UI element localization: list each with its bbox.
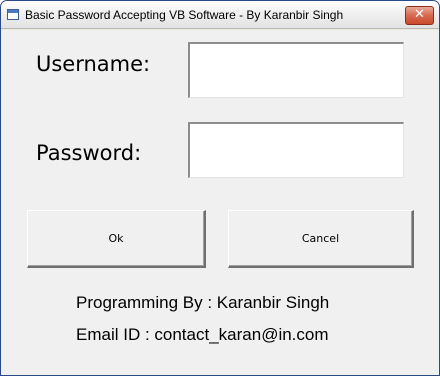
- form-area: Username: Password: Ok Cancel Programmin…: [1, 30, 439, 375]
- cancel-button-label: Cancel: [301, 232, 340, 245]
- window-title: Basic Password Accepting VB Software - B…: [25, 8, 344, 22]
- cancel-button[interactable]: Cancel: [228, 210, 414, 268]
- username-label: Username:: [36, 52, 151, 76]
- close-button[interactable]: ✕: [405, 6, 434, 25]
- ok-button-label: Ok: [108, 232, 124, 245]
- app-window: Basic Password Accepting VB Software - B…: [0, 0, 440, 376]
- password-input[interactable]: [188, 122, 404, 178]
- ok-button[interactable]: Ok: [27, 210, 206, 268]
- password-label: Password:: [36, 141, 142, 165]
- username-input[interactable]: [188, 42, 404, 98]
- title-bar[interactable]: Basic Password Accepting VB Software - B…: [1, 1, 439, 29]
- email-credit: Email ID : contact_karan@in.com: [76, 325, 329, 344]
- programming-credit: Programming By : Karanbir Singh: [76, 293, 330, 312]
- app-window-icon[interactable]: [7, 9, 19, 20]
